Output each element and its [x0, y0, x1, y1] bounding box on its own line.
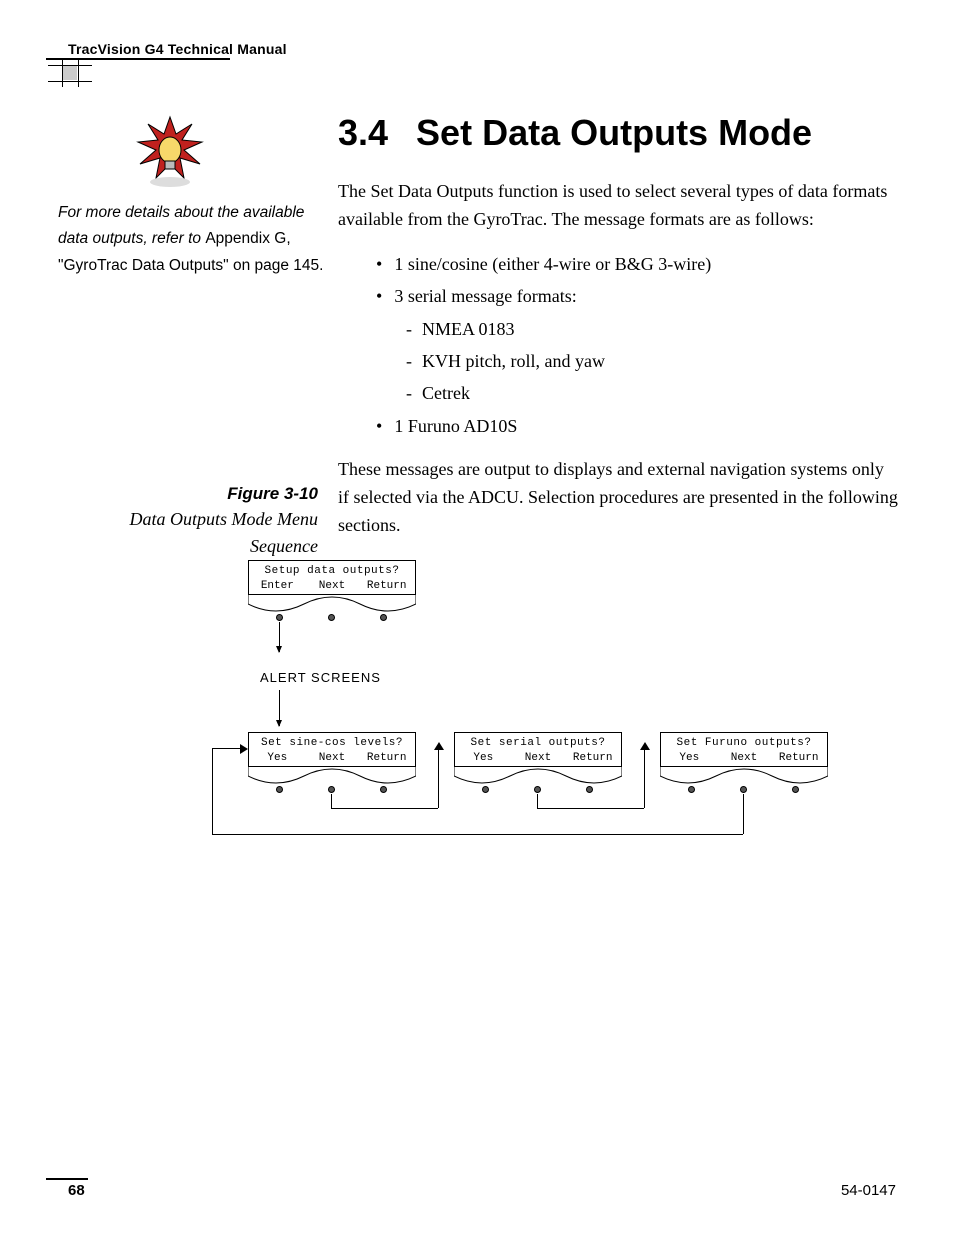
menu-option-return: Return [776, 752, 821, 764]
menu-option-next: Next [516, 752, 561, 764]
button-dot [740, 786, 747, 793]
menu-option-next: Next [310, 580, 355, 592]
button-dot [328, 786, 335, 793]
connector [212, 834, 743, 835]
button-dot [328, 614, 335, 621]
figure-caption: Data Outputs Mode Menu Sequence [58, 506, 318, 560]
list-item: 1 Furuno AD10S [376, 410, 898, 442]
list-item: Cetrek [406, 377, 898, 409]
footer-rule [46, 1178, 88, 1180]
figure-number: Figure 3-10 [58, 484, 318, 504]
menu-title: Setup data outputs? [255, 565, 409, 577]
outro-paragraph: These messages are output to displays an… [338, 456, 898, 540]
menu-option-return: Return [364, 752, 409, 764]
arrow-down [279, 622, 280, 652]
menu-option-next: Next [722, 752, 767, 764]
arrow-down [279, 690, 280, 726]
page-number: 68 [68, 1182, 85, 1199]
menu-option-yes: Yes [461, 752, 506, 764]
menu-title: Set Furuno outputs? [667, 737, 821, 749]
menu-title: Set sine-cos levels? [255, 737, 409, 749]
menu-option-next: Next [310, 752, 355, 764]
button-dot [276, 786, 283, 793]
button-dot [586, 786, 593, 793]
list-item: NMEA 0183 [406, 313, 898, 345]
main-content: 3.4 Set Data Outputs Mode The Set Data Ou… [338, 112, 898, 554]
menu-option-yes: Yes [667, 752, 712, 764]
menu-sequence-diagram: Setup data outputs? Enter Next Return AL… [200, 560, 900, 880]
intro-paragraph: The Set Data Outputs function is used to… [338, 178, 898, 234]
connector [212, 748, 213, 834]
sub-list: NMEA 0183 KVH pitch, roll, and yaw Cetre… [406, 313, 898, 410]
connector [212, 748, 242, 749]
connector [743, 794, 744, 834]
outputs-list: 1 sine/cosine (either 4-wire or B&G 3-wi… [376, 248, 898, 442]
connector [537, 794, 538, 808]
menu-title: Set serial outputs? [461, 737, 615, 749]
header-rule [46, 58, 230, 60]
menu-option-return: Return [570, 752, 615, 764]
menu-serial-outputs: Set serial outputs? Yes Next Return [454, 732, 622, 767]
arrow-up-icon [640, 742, 650, 752]
figure-label: Figure 3-10 Data Outputs Mode Menu Seque… [58, 484, 318, 560]
connector [331, 794, 332, 808]
lightbulb-burst-icon [130, 112, 210, 197]
section-title: Set Data Outputs Mode [416, 112, 812, 153]
section-heading: 3.4 Set Data Outputs Mode [338, 112, 898, 154]
arrow-up-icon [434, 742, 444, 752]
menu-option-yes: Yes [255, 752, 300, 764]
side-note: For more details about the available dat… [58, 200, 328, 279]
section-number: 3.4 [338, 112, 388, 154]
connector [537, 808, 644, 809]
menu-option-return: Return [364, 580, 409, 592]
list-item: KVH pitch, roll, and yaw [406, 345, 898, 377]
menu-sine-cos: Set sine-cos levels? Yes Next Return [248, 732, 416, 767]
button-dot [482, 786, 489, 793]
button-dot [380, 786, 387, 793]
button-dot [380, 614, 387, 621]
button-dot [276, 614, 283, 621]
connector [644, 748, 645, 808]
document-number: 54-0147 [841, 1182, 896, 1199]
menu-furuno-outputs: Set Furuno outputs? Yes Next Return [660, 732, 828, 767]
menu-setup-data-outputs: Setup data outputs? Enter Next Return [248, 560, 416, 595]
button-dot [792, 786, 799, 793]
menu-option-enter: Enter [255, 580, 300, 592]
connector [438, 748, 439, 808]
connector [331, 808, 438, 809]
button-dot [534, 786, 541, 793]
alert-screens-label: ALERT SCREENS [260, 670, 381, 685]
arrow-right-icon [240, 744, 250, 754]
list-item: 1 sine/cosine (either 4-wire or B&G 3-wi… [376, 248, 898, 280]
list-item: 3 serial message formats: NMEA 0183 KVH … [376, 280, 898, 410]
button-dot [688, 786, 695, 793]
manual-title: TracVision G4 Technical Manual [68, 41, 287, 57]
